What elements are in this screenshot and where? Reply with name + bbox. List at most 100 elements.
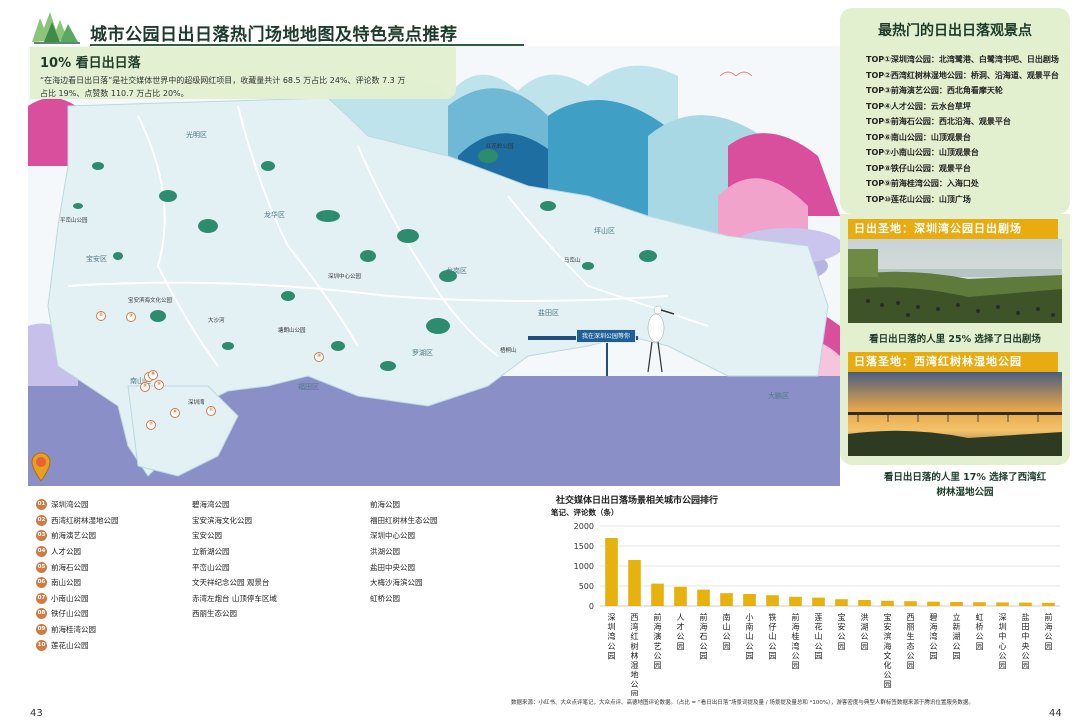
chart-category-label: 前海石公园 <box>700 612 708 660</box>
map-pin-10[interactable]: ⑩ <box>314 352 324 362</box>
legend-number: 10 <box>36 639 47 651</box>
chart-bar <box>858 600 871 606</box>
forest-logo-icon <box>32 12 80 44</box>
chart-category-label: 立新湖公园 <box>953 612 961 660</box>
legend-item: 07 小南山公园 <box>36 591 119 607</box>
poi-label: 马峦山 <box>564 258 581 264</box>
legend-item: 洪湖公园 <box>370 547 400 557</box>
chart-category-label: 西丽生态公园 <box>907 613 915 670</box>
legend-number: 01 <box>36 499 47 511</box>
chart-bar <box>674 586 687 606</box>
stat-title: 10% 看日出日落 <box>40 56 141 71</box>
sunset-card: 日落圣地：西湾红树林湿地公园 <box>840 347 1070 465</box>
chart-category-label: 虹桥公园 <box>976 613 984 651</box>
sunrise-card-title: 日出圣地：深圳湾公园日出剧场 <box>848 219 1058 239</box>
legend-item: 文天祥纪念公园 观景台 <box>192 578 270 588</box>
chart-category-label: 盐田中央公园 <box>1022 612 1030 670</box>
legend-top10: 01 深圳湾公园 02 西湾红树林湿地公园 03 前海演艺公园 04 人才公园 05 前海… <box>36 497 119 653</box>
page-header: 城市公园日出日落热门场地地图及特色亮点推荐 <box>30 10 524 46</box>
chart-category-label: 人才公园 <box>677 613 685 651</box>
chart-ytick-label: 2000 <box>574 522 594 531</box>
chart-bar <box>628 560 641 606</box>
chart-category-label: 宝安公园 <box>838 612 846 651</box>
ranking-item: TOP⑧铁仔山公园：观景平台 <box>866 163 971 173</box>
legend-item: 赤湾左炮台 山顶停车区域 <box>192 593 277 603</box>
ranking-item: TOP①深圳湾公园：北湾鹭港、白鹭湾书吧、日出剧场 <box>866 55 1059 64</box>
ranking-item: TOP⑩莲花山公园：山顶广场 <box>866 194 971 204</box>
sunset-caption-line: 树林湿地公园 <box>936 487 994 498</box>
chart-bar <box>973 602 986 606</box>
chart-ytick-label: 1000 <box>574 562 594 571</box>
district-label: 福田区 <box>298 383 319 391</box>
chart-bar <box>789 596 802 606</box>
map-pin-7[interactable]: ⑦ <box>146 420 156 430</box>
chart-ytick-label: 0 <box>589 602 594 611</box>
legend-item: 08 铁仔山公园 <box>36 606 119 622</box>
chart-category-label: 洪湖公园 <box>861 612 869 651</box>
ranking-item: TOP④人才公园：云水台草坪 <box>866 101 971 111</box>
sunrise-card: 日出圣地：深圳湾公园日出剧场 看日出日落的人里 25% 选择了日出剧场 <box>840 214 1070 352</box>
poi-label: 宝安滨海文化公园 <box>128 298 173 304</box>
legend-label: 西湾红树林湿地公园 <box>51 515 119 525</box>
map-pin-8[interactable]: ⑧ <box>148 370 158 380</box>
chart-ytick-label: 500 <box>579 582 594 591</box>
legend-label: 前海演艺公园 <box>51 531 96 541</box>
legend-item: 宝安公园 <box>192 531 222 541</box>
chart-category-label: 西湾红树林湿地公园 <box>631 613 639 696</box>
ranking-item: TOP⑦小南山公园：山顶观景台 <box>866 148 979 157</box>
legend-number: 04 <box>36 546 47 558</box>
map-pin-6[interactable]: ⑥ <box>170 408 180 418</box>
legend-label: 小南山公园 <box>51 593 89 603</box>
chart-bar <box>927 601 940 606</box>
chart-category-label: 铁仔山公园 <box>769 612 777 660</box>
legend-item: 05 前海石公园 <box>36 559 119 575</box>
chart-category-label: 深圳湾公园 <box>608 613 616 660</box>
legend-others-a: 碧海湾公园 宝安滨海文化公园 宝安公园 立新湖公园 平峦山公园 文天祥纪念公园 … <box>192 497 277 622</box>
legend-number: 09 <box>36 624 47 636</box>
sunset-photo <box>848 372 1062 456</box>
legend-item: 04 人才公园 <box>36 544 119 560</box>
district-label: 坪山区 <box>594 227 615 235</box>
page-title: 城市公园日出日落热门场地地图及特色亮点推荐 <box>90 25 458 45</box>
poi-label: 梧桐山 <box>500 348 517 354</box>
park-ranking-chart: 0 500 1000 1500 2000 深圳湾公园 西湾红树林湿地公园 前海演艺公园 人才公园… <box>574 522 1060 696</box>
district-label: 罗湖区 <box>412 349 433 357</box>
chart-category-label: 深圳中心公园 <box>999 613 1007 670</box>
location-pin-icon <box>31 452 51 482</box>
page-number-right: 44 <box>1049 708 1062 719</box>
chart-ytick-label: 1500 <box>574 542 594 551</box>
stat-box: 10% 看日出日落 “在海边看日出日落”是社交媒体世界中的超级网红项目，收藏量共… <box>30 47 456 99</box>
source-note: 数据来源：小红书、大众点评笔记，大众点评、高德地图评论数据。（占比 = “看日出… <box>511 700 974 706</box>
chart-category-label: 碧海湾公园 <box>930 612 938 660</box>
legend-item: 西丽生态公园 <box>192 609 237 619</box>
ranking-panel: 最热门的日出日落观景点 TOP①深圳湾公园：北湾鹭港、白鹭湾书吧、日出剧场 TO… <box>840 8 1070 214</box>
legend-item: 立新湖公园 <box>192 547 230 557</box>
chart-bar <box>950 602 963 606</box>
legend-item: 大梅沙海滨公园 <box>370 578 423 588</box>
legend-label: 前海桂湾公园 <box>51 625 96 635</box>
legend-item: 深圳中心公园 <box>370 531 415 541</box>
chart-bar <box>766 595 779 606</box>
map-pin-3[interactable]: ③ <box>126 312 136 322</box>
map-pin-9[interactable]: ⑨ <box>140 382 150 392</box>
legend-number: 05 <box>36 561 47 573</box>
legend-others-b: 前海公园 福田红树林生态公园 深圳中心公园 洪湖公园 盐田中央公园 大梅沙海滨公… <box>370 497 438 606</box>
chart-bar <box>835 599 848 606</box>
legend-number: 03 <box>36 530 47 542</box>
map-pin-1[interactable]: ① <box>206 406 216 416</box>
ranking-item: TOP②西湾红树林湿地公园：桥洞、沿海道、观景平台 <box>866 70 1059 80</box>
chart-bar <box>651 583 664 606</box>
chart-bar <box>605 538 618 606</box>
ranking-item: TOP⑤前海石公园：西北沿海、观景平台 <box>866 117 1011 126</box>
map-pin-5[interactable]: ⑤ <box>154 380 164 390</box>
chart-category-label: 前海桂湾公园 <box>792 612 800 670</box>
chart-bar <box>720 593 733 606</box>
ranking-item: TOP③前海演艺公园：西北角看摩天轮 <box>866 86 1003 95</box>
sunset-caption: 看日出日落的人里 17% 选择了西湾红 树林湿地公园 <box>840 470 1080 500</box>
legend-label: 深圳湾公园 <box>51 500 89 510</box>
legend-item: 02 西湾红树林湿地公园 <box>36 513 119 529</box>
chart-bar <box>1042 602 1055 606</box>
sunrise-caption: 看日出日落的人里 25% 选择了日出剧场 <box>869 334 1041 345</box>
map-pin-2[interactable]: ② <box>96 311 106 321</box>
legend-number: 02 <box>36 514 47 526</box>
